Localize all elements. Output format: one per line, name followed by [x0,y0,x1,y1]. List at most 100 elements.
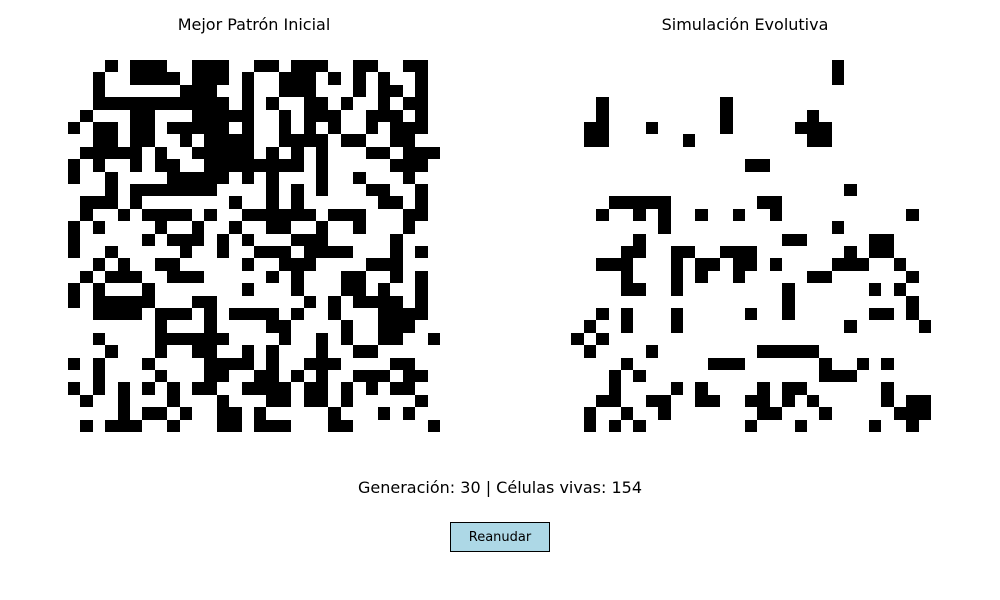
dead-cell [869,395,881,407]
dead-cell [807,159,819,171]
dead-cell [80,345,92,357]
alive-cell [402,60,416,73]
dead-cell [93,271,105,283]
alive-cell [117,307,130,321]
alive-cell [216,72,230,85]
dead-cell [559,122,571,134]
dead-cell [695,296,707,308]
dead-cell [80,122,92,134]
alive-cell [806,109,820,122]
dead-cell [254,320,266,332]
dead-cell [658,172,670,184]
dead-cell [720,196,732,208]
dead-cell [906,110,918,122]
alive-cell [241,121,254,135]
dead-cell [832,97,844,109]
dead-cell [795,72,807,84]
dead-cell [353,147,365,159]
alive-cell [415,208,428,222]
alive-cell [216,121,230,135]
dead-cell [869,345,881,357]
alive-cell [682,245,696,259]
dead-cell [366,333,378,345]
alive-cell [105,295,118,308]
dead-cell [782,246,794,258]
dead-cell [167,147,179,159]
alive-cell [365,345,378,358]
alive-cell [117,295,130,308]
dead-cell [378,246,390,258]
dead-cell [180,320,192,332]
dead-cell [832,395,844,407]
dead-cell [229,209,241,221]
resume-button[interactable]: Reanudar [450,522,550,552]
dead-cell [118,110,130,122]
dead-cell [180,147,192,159]
alive-cell [620,270,634,284]
alive-cell [596,97,609,110]
dead-cell [745,221,757,233]
alive-cell [415,394,428,408]
dead-cell [80,221,92,233]
dead-cell [559,85,571,97]
alive-cell [179,208,192,222]
dead-cell [671,72,683,84]
dead-cell [745,370,757,382]
alive-cell [179,97,192,110]
dead-cell [720,370,732,382]
dead-cell [671,345,683,357]
dead-cell [832,296,844,308]
dead-cell [304,283,316,295]
dead-cell [782,60,794,72]
dead-cell [130,234,142,246]
dead-cell [571,60,583,72]
dead-cell [584,382,596,394]
dead-cell [906,370,918,382]
dead-cell [341,221,353,233]
dead-cell [584,209,596,221]
dead-cell [857,172,869,184]
alive-cell [142,357,155,370]
dead-cell [720,395,732,407]
alive-cell [844,183,857,197]
dead-cell [782,72,794,84]
dead-cell [366,196,378,208]
dead-cell [633,358,645,370]
dead-cell [757,246,769,258]
dead-cell [254,395,266,407]
dead-cell [559,296,571,308]
dead-cell [919,72,931,84]
dead-cell [844,97,856,109]
dead-cell [584,147,596,159]
alive-cell [204,382,217,395]
alive-cell [390,196,403,209]
alive-cell [129,270,143,284]
alive-cell [328,208,341,222]
alive-cell [204,159,217,172]
alive-cell [80,394,93,408]
dead-cell [757,85,769,97]
alive-cell [707,357,721,370]
alive-cell [732,357,745,370]
alive-cell [204,307,217,321]
dead-cell [881,72,893,84]
dead-cell [894,110,906,122]
dead-cell [254,345,266,357]
dead-cell [366,172,378,184]
dead-cell [881,333,893,345]
dead-cell [229,333,241,345]
dead-cell [366,234,378,246]
alive-cell [266,171,279,184]
dead-cell [708,420,720,432]
dead-cell [683,283,695,295]
alive-cell [241,208,254,222]
dead-cell [695,234,707,246]
dead-cell [894,345,906,357]
dead-cell [683,122,695,134]
dead-cell [242,246,254,258]
dead-cell [353,333,365,345]
dead-cell [683,407,695,419]
dead-cell [770,246,782,258]
alive-cell [315,134,329,147]
alive-cell [167,233,180,246]
